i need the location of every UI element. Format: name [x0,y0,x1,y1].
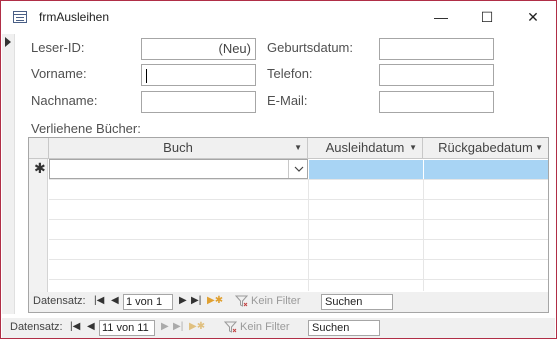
grid-line [49,219,548,220]
form-icon [13,11,27,23]
email-field[interactable] [379,91,494,113]
nav-label: Datensatz: [10,321,63,333]
previous-record-icon[interactable]: ◀ [111,295,119,306]
last-record-icon[interactable]: ▶| [173,321,183,332]
filter-button[interactable]: Kein Filter [251,295,301,307]
nav-label: Datensatz: [33,295,86,307]
previous-record-icon[interactable]: ◀ [87,321,95,332]
vorname-field[interactable] [141,64,256,86]
maximize-button[interactable]: ☐ [464,1,510,33]
telefon-label: Telefon: [267,66,313,81]
window-title: frmAusleihen [39,10,110,24]
column-header-ausleihdatum[interactable]: Ausleihdatum ▼ [308,138,423,159]
grid-line [49,199,548,200]
leser-id-label: Leser-ID: [31,40,85,55]
email-label: E-Mail: [267,93,308,108]
form-window: frmAusleihen — ☐ ✕ Leser-ID: (Neu) Vorna… [0,0,557,339]
next-record-icon[interactable]: ▶ [161,321,169,332]
new-record-nav-icon[interactable]: ▶✱ [207,295,223,306]
new-record-icon: ✱ [34,160,46,176]
grid-line [49,259,548,260]
record-position-field[interactable]: 11 von 11 [99,320,155,336]
ausleihdatum-cell[interactable] [309,160,423,179]
column-dropdown-icon[interactable]: ▼ [294,138,302,158]
text-cursor [146,68,147,83]
grid-line [49,279,548,280]
geburtsdatum-field[interactable] [379,38,494,60]
row-selector-column[interactable]: ✱ [29,159,48,292]
select-all-cell[interactable] [29,138,49,159]
telefon-field[interactable] [379,64,494,86]
subform-navigation-bar: Datensatz: |◀ ◀ 1 von 1 ▶ ▶| ▶✱ Kein Fil… [29,292,548,312]
grid-column-line [308,179,309,291]
filter-icon [235,295,248,307]
buch-combo-input[interactable] [49,159,308,179]
record-position-field[interactable]: 1 von 1 [123,294,173,310]
filter-icon [224,321,237,333]
combo-dropdown-button[interactable] [288,160,308,178]
filter-button[interactable]: Kein Filter [240,321,290,333]
new-record-nav-icon[interactable]: ▶✱ [189,321,205,332]
nachname-label: Nachname: [31,93,98,108]
current-record-arrow-icon [5,37,11,47]
grid-line [49,239,548,240]
column-dropdown-icon[interactable]: ▼ [409,138,417,158]
column-header-rueckgabedatum[interactable]: Rückgabedatum ▼ [423,138,548,159]
record-selector[interactable] [2,34,15,314]
minimize-button[interactable]: — [418,1,464,33]
grid-line [49,179,548,180]
search-input[interactable]: Suchen [308,320,380,336]
column-dropdown-icon[interactable]: ▼ [535,138,543,158]
rueckgabedatum-cell[interactable] [424,160,548,179]
close-button[interactable]: ✕ [510,1,556,33]
datasheet-header: Buch ▼ Ausleihdatum ▼ Rückgabedatum ▼ [29,138,548,159]
search-input[interactable]: Suchen [321,294,393,310]
column-header-buch[interactable]: Buch ▼ [49,138,308,159]
subform-label: Verliehene Bücher: [31,121,141,136]
last-record-icon[interactable]: ▶| [191,295,201,306]
chevron-down-icon [294,166,303,172]
main-navigation-bar: Datensatz: |◀ ◀ 11 von 11 ▶ ▶| ▶✱ Kein F… [2,318,555,338]
vorname-label: Vorname: [31,66,87,81]
leser-id-field[interactable]: (Neu) [141,38,256,60]
geburtsdatum-label: Geburtsdatum: [267,40,353,55]
next-record-icon[interactable]: ▶ [179,295,187,306]
first-record-icon[interactable]: |◀ [94,295,104,306]
first-record-icon[interactable]: |◀ [70,321,80,332]
grid-column-line [423,179,424,291]
nachname-field[interactable] [141,91,256,113]
title-bar: frmAusleihen — ☐ ✕ [1,1,556,33]
books-subform[interactable]: Buch ▼ Ausleihdatum ▼ Rückgabedatum ▼ ✱ [28,137,549,313]
